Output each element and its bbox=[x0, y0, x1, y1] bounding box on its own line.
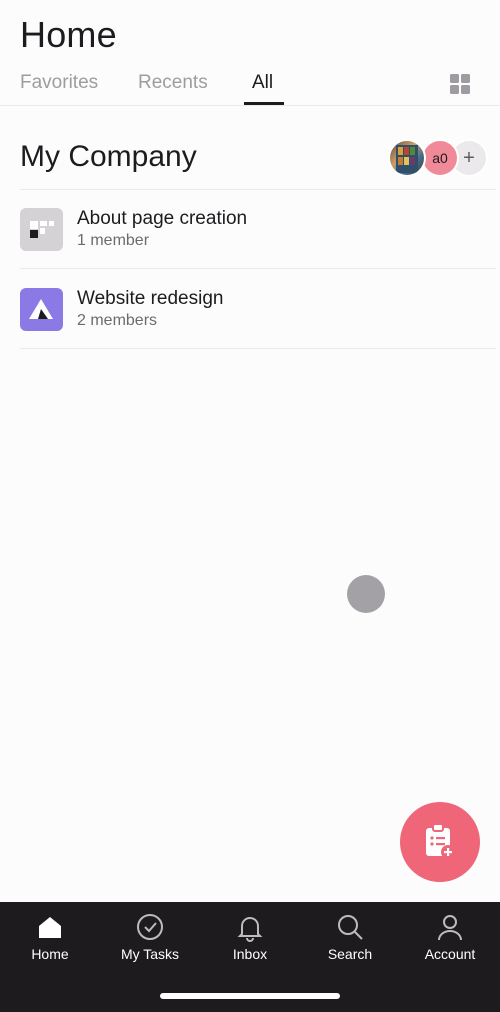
nav-inbox[interactable]: Inbox bbox=[200, 912, 300, 972]
project-name: About page creation bbox=[77, 208, 248, 229]
list-item[interactable]: About page creation 1 member bbox=[20, 208, 496, 268]
tab-bar: Favorites Recents All bbox=[0, 64, 500, 106]
person-icon bbox=[438, 915, 462, 941]
check-circle-icon bbox=[137, 914, 163, 940]
tab-recents[interactable]: Recents bbox=[138, 72, 208, 94]
nav-label: My Tasks bbox=[120, 946, 180, 962]
nav-home[interactable]: Home bbox=[0, 912, 100, 972]
avatar[interactable]: a0 bbox=[421, 139, 459, 177]
nav-my-tasks[interactable]: My Tasks bbox=[100, 912, 200, 972]
bell-icon bbox=[237, 917, 263, 942]
nav-account[interactable]: Account bbox=[400, 912, 500, 972]
tab-all[interactable]: All bbox=[252, 72, 273, 94]
nav-label: Inbox bbox=[232, 946, 268, 962]
grid-icon[interactable] bbox=[450, 74, 470, 94]
nav-label: Home bbox=[31, 946, 69, 962]
nav-label: Account bbox=[424, 946, 476, 962]
page-title: Home bbox=[20, 14, 117, 55]
workspace-title: My Company bbox=[20, 140, 197, 173]
project-member-count: 1 member bbox=[77, 232, 150, 249]
avatar[interactable] bbox=[388, 139, 426, 177]
touch-indicator bbox=[347, 575, 385, 613]
project-name: Website redesign bbox=[77, 288, 224, 309]
nav-label: Search bbox=[327, 946, 373, 962]
divider bbox=[20, 189, 496, 190]
nav-search[interactable]: Search bbox=[300, 912, 400, 972]
list-item[interactable]: Website redesign 2 members bbox=[20, 288, 496, 348]
add-task-icon bbox=[426, 823, 455, 859]
mountain-icon bbox=[20, 288, 63, 331]
tab-favorites[interactable]: Favorites bbox=[20, 72, 98, 94]
home-indicator bbox=[160, 993, 340, 999]
search-icon bbox=[338, 915, 363, 940]
avatar-photo-icon bbox=[396, 145, 418, 173]
project-member-count: 2 members bbox=[77, 312, 158, 329]
add-task-button[interactable] bbox=[400, 802, 480, 882]
active-tab-indicator bbox=[244, 102, 284, 105]
divider bbox=[20, 268, 496, 269]
divider bbox=[20, 348, 496, 349]
home-icon bbox=[39, 917, 61, 938]
board-icon bbox=[20, 208, 63, 251]
member-avatars[interactable]: a0 + bbox=[388, 139, 488, 177]
